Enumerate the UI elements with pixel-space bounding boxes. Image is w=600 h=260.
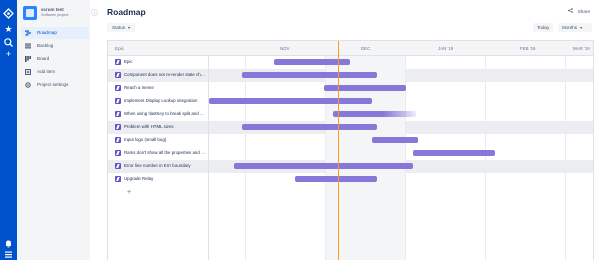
epic-icon [115, 124, 121, 130]
board-icon [25, 56, 31, 62]
status-filter-dropdown[interactable]: Status ▾ [107, 23, 136, 32]
roadmap-grid: Epic NOV DEC JAN '19 FEB '19 MAR '19 Epi… [107, 40, 594, 260]
sidebar-item-roadmap[interactable]: Roadmap [21, 27, 89, 39]
add-item-icon [25, 69, 31, 75]
epic-bar[interactable] [209, 98, 372, 104]
sidebar-item-label: Board [37, 56, 50, 61]
epic-label[interactable]: Reach a meme [124, 85, 206, 90]
backlog-icon [25, 43, 31, 49]
add-epic-button[interactable]: + [127, 189, 131, 196]
epic-bar[interactable] [324, 85, 406, 91]
chevron-left-icon: ‹ [93, 10, 96, 15]
sidebar-item-label: Backlog [37, 43, 54, 48]
epic-label[interactable]: When using !lastKey to break split and m… [124, 111, 206, 116]
epic-icon [115, 176, 121, 182]
epic-icon [115, 163, 121, 169]
sidebar-item-project-settings[interactable]: Project settings [21, 79, 89, 91]
epic-label[interactable]: Implement Display Lookup integration [124, 98, 206, 103]
today-label: Today [537, 25, 550, 30]
epic-label[interactable]: Rams don't show all the properties and s… [124, 150, 206, 155]
epic-icon [115, 150, 121, 156]
menu-icon[interactable] [3, 249, 14, 260]
epic-bar[interactable] [332, 111, 416, 117]
epic-list-pane: Epic Component does not re-render state c… [108, 56, 209, 260]
jira-logo-icon[interactable] [3, 8, 14, 19]
timeframe-dropdown[interactable]: Months ▾ [558, 23, 592, 32]
project-avatar [23, 6, 37, 20]
months-label: Months [562, 25, 578, 30]
epic-bar[interactable] [233, 163, 413, 169]
epic-bar[interactable] [241, 124, 378, 130]
app-root: ★ + scrum test Software project Roadmap [0, 0, 600, 260]
project-name: scrum test [41, 7, 64, 12]
global-nav-rail: ★ + [0, 0, 17, 260]
epic-column-header: Epic [115, 46, 124, 51]
month-divider [245, 56, 246, 260]
sidebar-item-label: Project settings [37, 82, 69, 87]
month-header: FEB '19 [520, 46, 536, 51]
chevron-down-icon: ▾ [580, 25, 583, 30]
share-button[interactable]: Share [568, 8, 590, 15]
epic-label[interactable]: Problem with HTML sizes [124, 124, 206, 129]
page-title: Roadmap [107, 7, 146, 17]
epic-label[interactable]: Upgrade Relay [124, 176, 206, 181]
epic-icon [115, 59, 121, 65]
month-header: DEC [361, 46, 371, 51]
chevron-down-icon: ▾ [128, 25, 131, 30]
project-type: Software project [41, 13, 69, 17]
roadmap-header: Epic NOV DEC JAN '19 FEB '19 MAR '19 [108, 41, 593, 56]
notifications-icon[interactable] [3, 238, 14, 249]
month-divider [485, 56, 486, 260]
share-label: Share [577, 9, 590, 14]
epic-icon [115, 137, 121, 143]
epic-bar[interactable] [412, 150, 496, 156]
epic-icon [115, 111, 121, 117]
settings-icon [25, 82, 31, 88]
epic-icon [115, 85, 121, 91]
month-header: MAR '19 [573, 46, 590, 51]
search-icon[interactable] [3, 37, 14, 48]
sidebar-item-board[interactable]: Board [21, 53, 89, 65]
today-button[interactable]: Today [533, 23, 554, 32]
status-label: Status [112, 25, 126, 30]
month-divider [565, 56, 566, 260]
epic-icon [115, 72, 121, 78]
epic-icon [115, 98, 121, 104]
create-icon[interactable]: + [3, 49, 14, 60]
epic-bar[interactable] [241, 72, 378, 78]
project-sidebar: scrum test Software project Roadmap Back… [17, 0, 90, 260]
timeline-pane [209, 56, 593, 260]
project-header[interactable]: scrum test Software project [23, 6, 87, 22]
epic-label[interactable]: Error line number in Errr boundary [124, 163, 206, 168]
sidebar-item-label: Add item [37, 69, 56, 74]
month-header: NOV [280, 46, 290, 51]
epic-label[interactable]: Component does not re-render state chang… [124, 72, 206, 77]
collapse-sidebar-button[interactable]: ‹ [91, 9, 98, 16]
epic-label[interactable]: Input logo (small bug) [124, 137, 206, 142]
sidebar-nav: Roadmap Backlog Board Add item Project s… [21, 27, 89, 92]
epic-bar[interactable] [295, 176, 378, 182]
sidebar-item-add-item[interactable]: Add item [21, 66, 89, 78]
epic-bar[interactable] [371, 137, 418, 143]
today-marker [338, 41, 340, 260]
star-icon[interactable]: ★ [3, 24, 14, 35]
main-content: Roadmap Share Status ▾ Today Months ▾ Epic… [100, 0, 600, 260]
epic-label[interactable]: Epic [124, 59, 206, 64]
roadmap-icon [25, 30, 31, 36]
sidebar-item-backlog[interactable]: Backlog [21, 40, 89, 52]
sidebar-item-label: Roadmap [37, 30, 57, 35]
month-header: JAN '19 [438, 46, 454, 51]
share-icon [568, 8, 574, 15]
